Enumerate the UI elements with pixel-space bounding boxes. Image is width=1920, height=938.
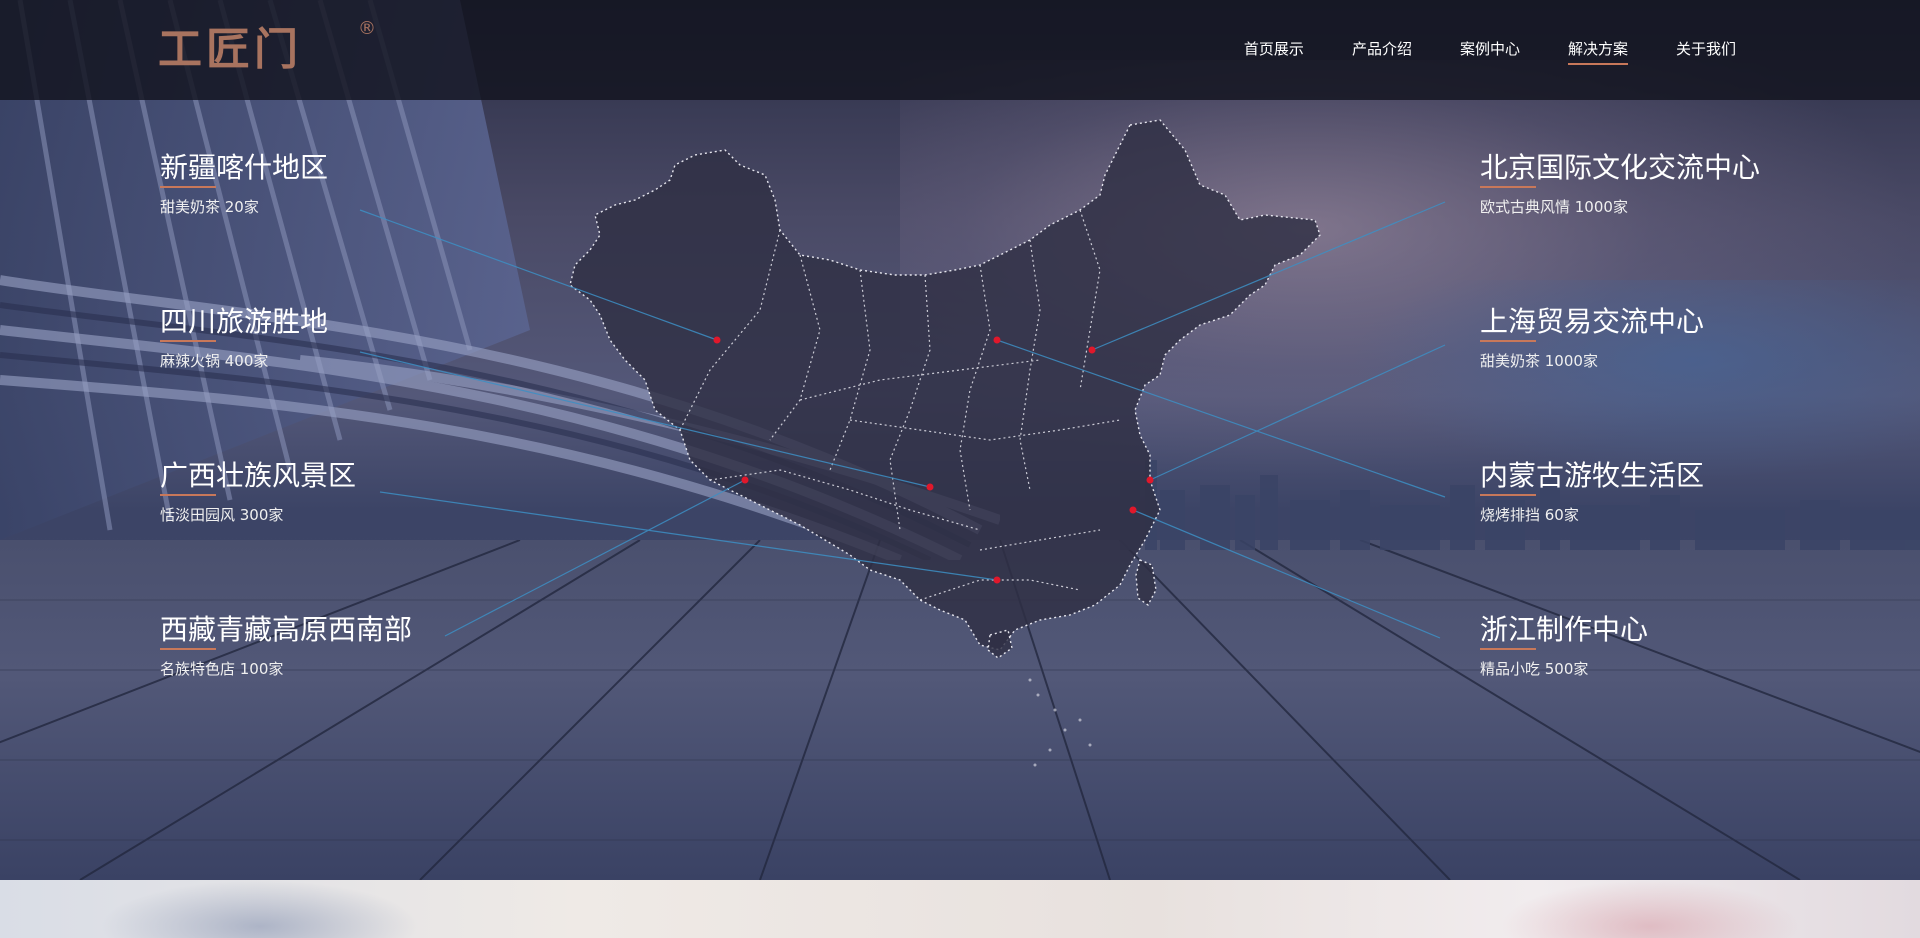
location-subtitle: 名族特色店 100家 bbox=[160, 660, 284, 679]
location-entry-shanghai[interactable]: 上海贸易交流中心 甜美奶茶 1000家 bbox=[1480, 305, 1704, 371]
location-subtitle: 烧烤排挡 60家 bbox=[1480, 506, 1579, 525]
location-entry-sichuan[interactable]: 四川旅游胜地 麻辣火锅 400家 bbox=[160, 305, 328, 371]
nav-item-cases[interactable]: 案例中心 bbox=[1436, 38, 1544, 59]
location-title: 内蒙古游牧生活区 bbox=[1480, 459, 1704, 497]
location-subtitle: 甜美奶茶 20家 bbox=[160, 198, 259, 217]
nav-item-products[interactable]: 产品介绍 bbox=[1328, 38, 1436, 59]
location-entry-zhejiang[interactable]: 浙江制作中心 精品小吃 500家 bbox=[1480, 613, 1648, 679]
top-header: 工匠门 ® 首页展示 产品介绍 案例中心 解决方案 关于我们 bbox=[0, 0, 1920, 100]
location-subtitle: 恬淡田园风 300家 bbox=[160, 506, 284, 525]
location-entry-xinjiang[interactable]: 新疆喀什地区 甜美奶茶 20家 bbox=[160, 151, 328, 217]
logo[interactable]: 工匠门 ® bbox=[158, 18, 378, 84]
location-title: 北京国际文化交流中心 bbox=[1480, 151, 1760, 189]
main-nav: 首页展示 产品介绍 案例中心 解决方案 关于我们 bbox=[1220, 38, 1760, 65]
location-entry-inner-mongolia[interactable]: 内蒙古游牧生活区 烧烤排挡 60家 bbox=[1480, 459, 1704, 525]
preview-blur-right bbox=[1500, 880, 1800, 938]
location-title: 西藏青藏高原西南部 bbox=[160, 613, 412, 651]
location-subtitle: 麻辣火锅 400家 bbox=[160, 352, 269, 371]
location-title: 上海贸易交流中心 bbox=[1480, 305, 1704, 343]
location-subtitle: 甜美奶茶 1000家 bbox=[1480, 352, 1598, 371]
nav-item-about[interactable]: 关于我们 bbox=[1652, 38, 1760, 59]
registered-mark: ® bbox=[358, 18, 376, 39]
location-title: 四川旅游胜地 bbox=[160, 305, 328, 343]
location-entry-tibet[interactable]: 西藏青藏高原西南部 名族特色店 100家 bbox=[160, 613, 412, 679]
logo-text: 工匠门 bbox=[158, 24, 302, 75]
location-title: 广西壮族风景区 bbox=[160, 459, 356, 497]
nav-item-solutions[interactable]: 解决方案 bbox=[1544, 38, 1652, 65]
next-section-preview bbox=[0, 880, 1920, 938]
hero-background bbox=[0, 0, 1920, 880]
nav-item-home[interactable]: 首页展示 bbox=[1220, 38, 1328, 59]
page: 工匠门 ® 首页展示 产品介绍 案例中心 解决方案 关于我们 新疆喀什地区 甜美… bbox=[0, 0, 1920, 938]
location-dot-icon bbox=[713, 336, 1154, 584]
location-title: 浙江制作中心 bbox=[1480, 613, 1648, 651]
preview-blur-left bbox=[100, 880, 420, 938]
location-entry-beijing[interactable]: 北京国际文化交流中心 欧式古典风情 1000家 bbox=[1480, 151, 1760, 217]
location-title: 新疆喀什地区 bbox=[160, 151, 328, 189]
connector-lines bbox=[359, 201, 1446, 639]
location-subtitle: 欧式古典风情 1000家 bbox=[1480, 198, 1628, 217]
location-subtitle: 精品小吃 500家 bbox=[1480, 660, 1589, 679]
location-entry-guangxi[interactable]: 广西壮族风景区 恬淡田园风 300家 bbox=[160, 459, 356, 525]
